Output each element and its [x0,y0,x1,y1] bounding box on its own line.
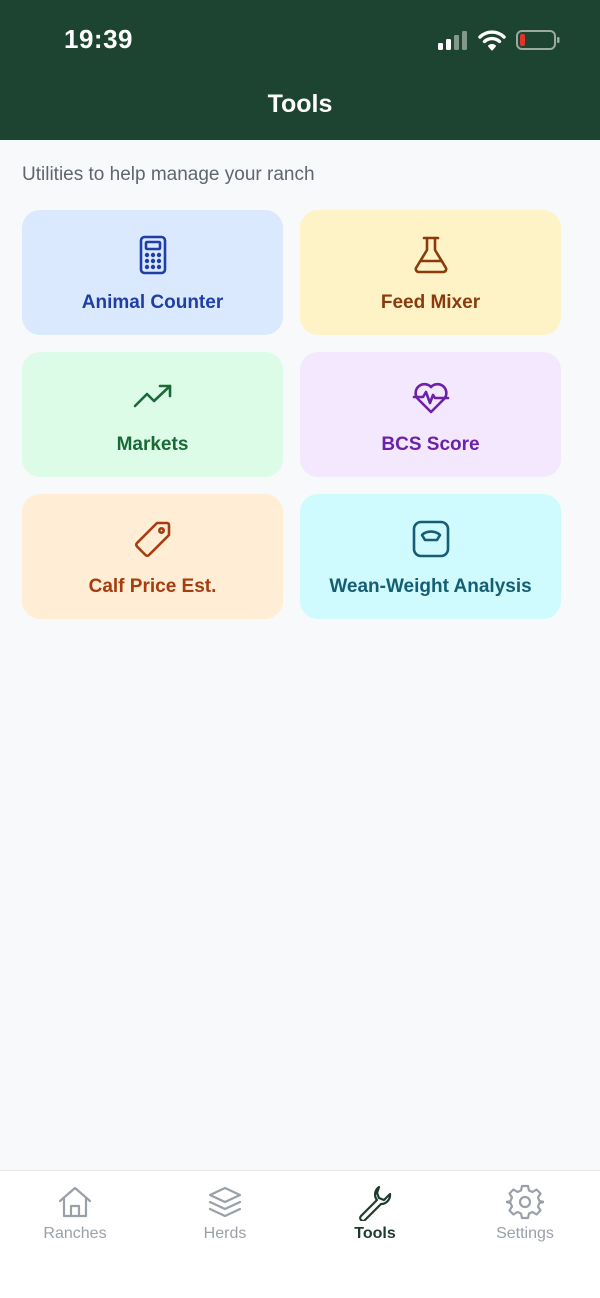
gear-icon [506,1184,544,1220]
scale-icon [412,520,449,558]
heart-pulse-icon [412,382,449,414]
flask-icon [414,236,447,274]
tool-card-wean-weight-analysis[interactable]: Wean-Weight Analysis [300,494,561,619]
tab-tools[interactable]: Tools [300,1171,450,1298]
tab-herds[interactable]: Herds [150,1171,300,1298]
tab-ranches[interactable]: Ranches [0,1171,150,1298]
tool-card-markets[interactable]: Markets [22,352,283,477]
wifi-icon [478,30,506,51]
tag-icon [134,521,170,557]
wrench-icon [359,1185,392,1221]
tab-label: Settings [496,1225,554,1242]
tool-label: Calf Price Est. [88,576,217,597]
calculator-icon [139,235,166,275]
layers-icon [208,1186,242,1218]
page-subtitle: Utilities to help manage your ranch [22,164,315,185]
signal-icon [438,31,467,50]
tab-settings[interactable]: Settings [450,1171,600,1298]
tool-card-feed-mixer[interactable]: Feed Mixer [300,210,561,335]
tool-card-bcs-score[interactable]: BCS Score [300,352,561,477]
tool-card-calf-price-est[interactable]: Calf Price Est. [22,494,283,619]
battery-icon [516,30,560,50]
tab-label: Ranches [43,1225,107,1242]
status-icons [438,26,560,54]
tool-label: Wean-Weight Analysis [329,576,532,597]
home-icon [58,1186,92,1218]
status-time: 19:39 [64,24,133,54]
tool-label: BCS Score [381,434,480,455]
tab-label: Herds [203,1225,247,1242]
tool-card-animal-counter[interactable]: Animal Counter [22,210,283,335]
tool-label: Markets [116,434,189,455]
header-bar: 19:39 Tools [0,0,600,140]
trending-up-icon [133,384,171,408]
tool-label: Feed Mixer [380,292,481,313]
tool-label: Animal Counter [81,292,224,313]
tab-label: Tools [354,1225,396,1242]
bottom-tab-bar: Ranches Herds Tools Settings [0,1170,600,1298]
page-title: Tools [267,90,333,118]
tools-grid: Animal Counter Feed Mixer Markets BCS Sc… [22,210,561,619]
